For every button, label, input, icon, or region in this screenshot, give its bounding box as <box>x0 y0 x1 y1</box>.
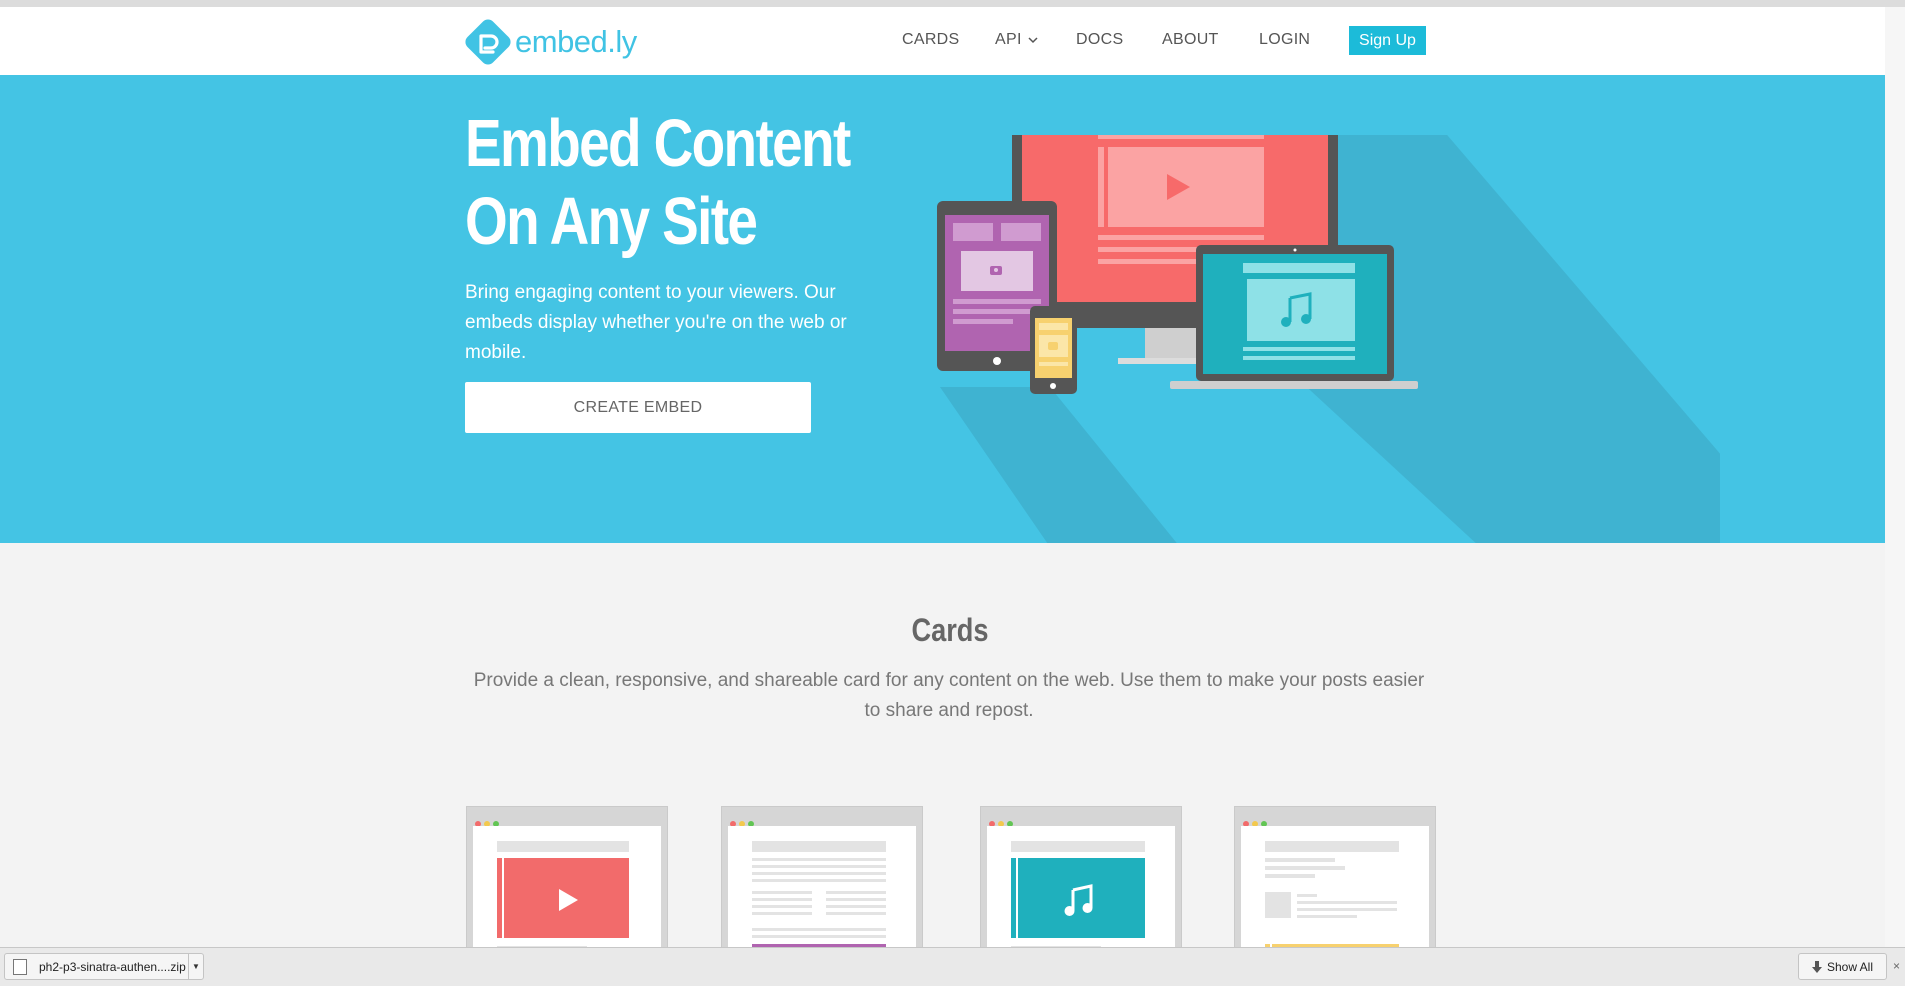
nav-login[interactable]: LOGIN <box>1259 31 1310 49</box>
nav-api-label: API <box>995 31 1022 48</box>
vertical-scrollbar[interactable] <box>1884 7 1905 947</box>
hero-title-line2: On Any Site <box>465 184 758 259</box>
card-preview <box>473 826 661 947</box>
file-icon <box>13 958 27 975</box>
card-thumbnail-video[interactable] <box>466 806 668 947</box>
nav-api[interactable]: API <box>995 31 1038 49</box>
dropdown-arrow-icon[interactable]: ▼ <box>188 954 203 979</box>
close-download-bar-icon[interactable]: × <box>1893 959 1900 973</box>
show-all-button[interactable]: Show All <box>1798 953 1887 980</box>
page-viewport: embed.ly CARDS API DOCS ABOUT LOGIN Sign… <box>0 7 1885 947</box>
music-note-icon <box>1064 884 1093 916</box>
download-filename: ph2-p3-sinatra-authen....zip <box>39 959 186 974</box>
play-icon <box>559 889 578 911</box>
card-preview <box>728 826 916 947</box>
nav-about[interactable]: ABOUT <box>1162 31 1219 49</box>
download-bar: ph2-p3-sinatra-authen....zip ▼ Show All … <box>0 947 1905 986</box>
hero-title: Embed Content On Any Site <box>465 105 859 261</box>
card-thumbnail-photo[interactable] <box>1234 806 1436 947</box>
card-thumbnail-music[interactable] <box>980 806 1182 947</box>
nav-docs[interactable]: DOCS <box>1076 31 1123 49</box>
card-preview <box>987 826 1175 947</box>
show-all-label: Show All <box>1826 959 1874 974</box>
download-item[interactable]: ph2-p3-sinatra-authen....zip ▼ <box>4 953 204 980</box>
chevron-down-icon <box>1028 37 1038 43</box>
hero-title-line1: Embed Content <box>465 106 851 181</box>
cards-section-title: Cards <box>911 612 989 648</box>
site-header: embed.ly CARDS API DOCS ABOUT LOGIN Sign… <box>0 7 1885 75</box>
main-nav: CARDS API DOCS ABOUT LOGIN <box>0 7 1885 75</box>
devices-illustration <box>937 135 1720 543</box>
hero-subtitle: Bring engaging content to your viewers. … <box>465 282 847 363</box>
signup-button[interactable]: Sign Up <box>1349 26 1426 55</box>
nav-cards[interactable]: CARDS <box>902 31 960 49</box>
download-arrow-icon <box>1811 960 1822 973</box>
card-preview <box>1241 826 1429 947</box>
cards-section-description: Provide a clean, responsive, and shareab… <box>473 670 1425 721</box>
card-thumbnail-article[interactable] <box>721 806 923 947</box>
create-embed-button[interactable]: CREATE EMBED <box>465 382 811 433</box>
hero-section: Embed Content On Any Site Bring engaging… <box>0 75 1885 543</box>
